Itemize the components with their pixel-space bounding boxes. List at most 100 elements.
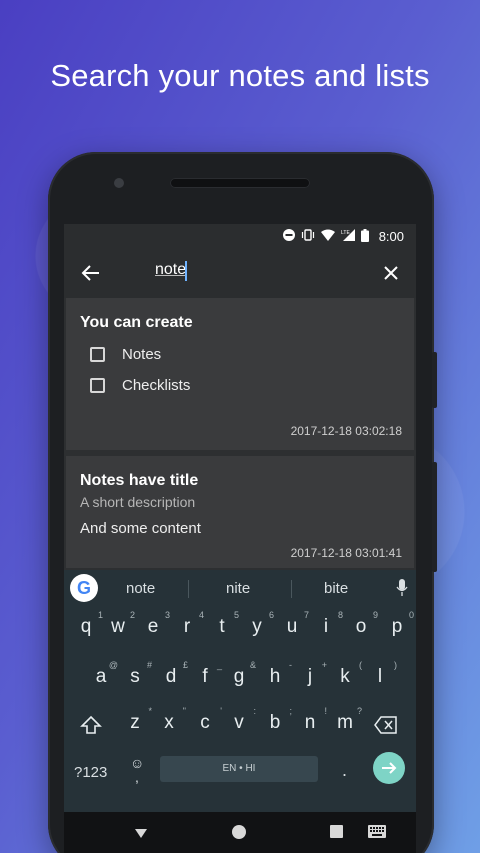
earpiece-speaker (170, 178, 310, 188)
key-hint: # (146, 660, 152, 670)
key-p[interactable]: 0p (382, 610, 414, 638)
key-hint: " (182, 706, 186, 716)
key-k[interactable]: (k (330, 660, 362, 688)
keyboard-row-2: @ a # s £ d _ f & g - h + j(k) l (64, 654, 416, 702)
key-hint: ; (289, 706, 292, 716)
key-hint: : (253, 706, 256, 716)
key-o[interactable]: 9o (346, 610, 378, 638)
suggestion-bar: G note nite bite (64, 570, 416, 606)
nav-home-icon[interactable] (232, 825, 246, 839)
symbols-key[interactable]: ?123 (74, 764, 107, 781)
key-hint: ( (359, 660, 362, 670)
key-q[interactable]: 1q (71, 610, 103, 638)
key-m[interactable]: ? m (330, 706, 362, 734)
phone-screen: LTE 8:00 note You can create Notes Check… (64, 224, 416, 853)
suggestion-item[interactable]: note (126, 580, 155, 597)
enter-key[interactable] (373, 752, 405, 784)
navigation-bar (64, 812, 416, 853)
suggestion-item[interactable]: bite (324, 580, 348, 597)
arrow-right-icon (382, 762, 397, 774)
key-letter: q (80, 616, 92, 637)
checklist-item[interactable]: Checklists (80, 377, 400, 394)
key-letter: m (337, 712, 353, 733)
nav-back-icon[interactable] (134, 826, 148, 840)
phone-volume-button (432, 462, 437, 572)
google-logo-icon[interactable]: G (70, 574, 98, 602)
lte-signal-icon: LTE (341, 229, 355, 243)
key-d[interactable]: £ d (156, 660, 188, 688)
key-a[interactable]: @ a (86, 660, 118, 688)
checkbox[interactable] (90, 347, 105, 362)
key-hint: ) (394, 660, 397, 670)
space-key[interactable]: EN • HI (160, 756, 318, 782)
key-hint: 3 (164, 610, 170, 620)
note-date: 2017-12-18 03:01:41 (290, 546, 402, 560)
key-j[interactable]: + j (295, 660, 327, 688)
keyboard-switch-icon[interactable] (368, 825, 386, 838)
key-n[interactable]: ! n (295, 706, 327, 734)
key-h[interactable]: -h (260, 660, 292, 688)
key-hint: 2 (129, 610, 135, 620)
key-letter: u (286, 616, 298, 637)
key-letter: l (377, 666, 383, 687)
key-v[interactable]: :v (224, 706, 256, 734)
key-f[interactable]: _ f (190, 660, 222, 688)
divider (188, 580, 189, 598)
key-hint: ! (324, 706, 327, 716)
search-input[interactable]: note (155, 261, 186, 279)
key-letter: e (147, 616, 159, 637)
back-arrow-icon[interactable] (78, 260, 104, 286)
checkbox[interactable] (90, 378, 105, 393)
microphone-icon[interactable] (396, 578, 408, 598)
key-hint: ' (220, 706, 222, 716)
key-hint: @ (108, 660, 118, 670)
key-g[interactable]: & g (224, 660, 256, 688)
status-bar: LTE 8:00 (64, 224, 416, 248)
key-i[interactable]: 8i (311, 610, 343, 638)
checklist-item-label: Notes (122, 346, 162, 363)
key-l[interactable]: ) l (365, 660, 397, 688)
key-letter: r (183, 616, 191, 637)
vibrate-icon (301, 229, 315, 243)
key-x[interactable]: " x (154, 706, 186, 734)
key-y[interactable]: 6y (242, 610, 274, 638)
key-c[interactable]: ' c (190, 706, 222, 734)
key-hint: 6 (268, 610, 274, 620)
key-u[interactable]: 7u (277, 610, 309, 638)
key-letter: d (165, 666, 177, 687)
clear-search-icon[interactable] (380, 262, 402, 284)
checklist-item[interactable]: Notes (80, 346, 400, 363)
key-letter: t (219, 616, 225, 637)
key-w[interactable]: 2w (103, 610, 135, 638)
note-card[interactable]: Notes have title A short description And… (66, 456, 414, 568)
headline: Search your notes and lists (50, 58, 430, 93)
shift-key-icon[interactable] (80, 714, 102, 736)
key-z[interactable]: * z (120, 706, 152, 734)
key-hint: 9 (372, 610, 378, 620)
emoji-key[interactable]: ☺ , (130, 756, 144, 784)
key-e[interactable]: 3e (138, 610, 170, 638)
key-letter: y (252, 616, 262, 637)
key-letter: h (269, 666, 281, 687)
key-b[interactable]: ; b (260, 706, 292, 734)
key-t[interactable]: 5t (207, 610, 239, 638)
backspace-key-icon[interactable] (374, 716, 398, 734)
key-letter: j (307, 666, 313, 687)
note-subtitle: A short description (80, 494, 196, 510)
key-r[interactable]: 4r (172, 610, 204, 638)
key-s[interactable]: # s (120, 660, 152, 688)
key-hint: 5 (233, 610, 239, 620)
note-card[interactable]: You can create Notes Checklists 2017-12-… (66, 298, 414, 450)
suggestion-item[interactable]: nite (226, 580, 250, 597)
key-letter: k (340, 666, 350, 687)
svg-text:LTE: LTE (341, 230, 350, 236)
nav-recents-icon[interactable] (330, 825, 343, 838)
note-date: 2017-12-18 03:02:18 (290, 424, 402, 438)
key-hint: - (289, 660, 292, 670)
key-letter: i (323, 616, 329, 637)
key-hint: ? (356, 706, 362, 716)
period-key[interactable]: . (342, 760, 347, 781)
key-letter: n (304, 712, 316, 733)
note-title: You can create (80, 314, 193, 331)
key-hint: _ (216, 660, 222, 670)
